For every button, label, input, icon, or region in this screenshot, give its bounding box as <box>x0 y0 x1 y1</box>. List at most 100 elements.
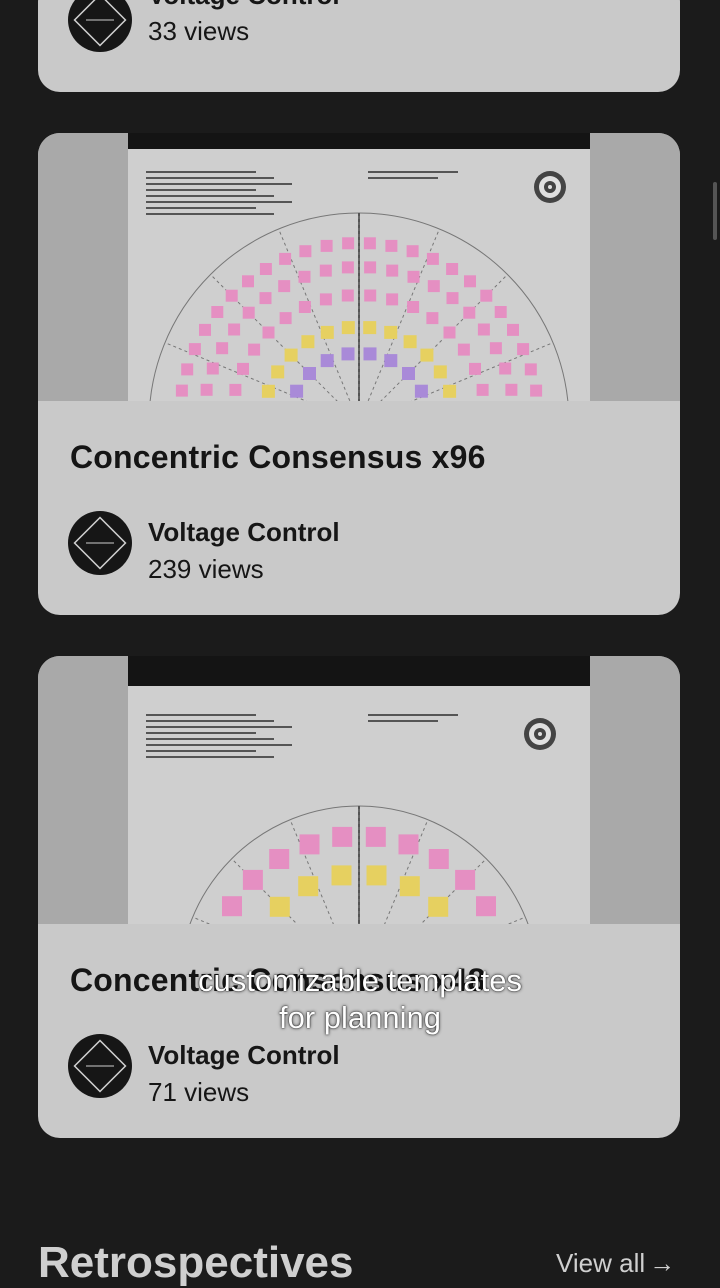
sticky-note <box>494 306 507 318</box>
sticky-note <box>517 343 530 356</box>
sticky-note <box>320 354 334 368</box>
thumbnail-board <box>128 133 590 401</box>
sticky-note <box>398 834 419 855</box>
thumbnail-board <box>128 656 590 924</box>
sticky-note <box>426 312 439 325</box>
author-row: Voltage Control 33 views <box>68 0 468 54</box>
sticky-note <box>242 275 254 288</box>
sticky-note <box>229 383 242 396</box>
sticky-note <box>407 301 420 313</box>
sticky-note <box>279 252 292 265</box>
sticky-note <box>222 896 242 917</box>
sticky-note <box>530 384 543 397</box>
template-card[interactable]: Concentric Consensus x96 Voltage Control… <box>38 133 680 615</box>
instruction-text-line <box>146 189 256 191</box>
arrow-right-icon: → <box>649 1248 676 1278</box>
caption-line: for planning <box>278 1000 441 1035</box>
instruction-text-line <box>146 750 256 752</box>
template-thumbnail[interactable] <box>38 133 680 401</box>
card-title[interactable]: Concentric Consensus x96 <box>70 439 486 476</box>
sticky-note <box>443 326 456 339</box>
sticky-note <box>271 365 285 379</box>
sector-divider <box>192 916 211 924</box>
sticky-note <box>446 292 459 305</box>
sticky-note <box>279 312 292 325</box>
instruction-text-line <box>146 171 256 173</box>
sticky-note <box>363 237 376 250</box>
sticky-note <box>385 239 398 252</box>
sticky-note <box>489 342 502 355</box>
template-thumbnail[interactable] <box>38 656 680 924</box>
view-count: 71 views <box>148 1077 250 1107</box>
sticky-note <box>341 261 354 274</box>
section-title: Retrospectives <box>38 1238 354 1287</box>
sticky-note <box>259 292 272 305</box>
target-icon <box>524 718 556 750</box>
sticky-note <box>364 289 377 302</box>
sticky-note <box>476 896 496 917</box>
sticky-note <box>200 383 213 396</box>
sticky-note <box>407 270 420 283</box>
sticky-note <box>463 306 476 319</box>
prompt-text-line <box>368 714 458 716</box>
prompt-text-line <box>368 177 438 179</box>
author-name[interactable]: Voltage Control <box>148 517 340 548</box>
voltage-control-logo-icon <box>68 0 132 52</box>
view-all-link[interactable]: View all → <box>556 1248 675 1279</box>
sticky-note <box>225 289 238 302</box>
scrollbar[interactable] <box>713 182 717 240</box>
sticky-note <box>399 876 420 897</box>
sticky-note <box>365 826 386 847</box>
sticky-note <box>299 245 312 258</box>
author-row: Voltage Control 239 views <box>68 511 468 584</box>
view-all-label: View all <box>556 1248 646 1278</box>
target-icon <box>534 171 566 203</box>
instruction-text-line <box>146 195 274 197</box>
sticky-note <box>269 896 290 917</box>
sticky-note <box>477 323 490 336</box>
template-card[interactable]: Voltage Control 33 views <box>38 0 680 92</box>
sticky-note <box>332 826 353 847</box>
instruction-text-line <box>146 207 256 209</box>
instruction-text-line <box>146 738 274 740</box>
sticky-note <box>524 363 537 376</box>
sticky-note <box>342 237 355 250</box>
sticky-note <box>242 869 263 890</box>
sticky-note <box>248 343 261 356</box>
sticky-note <box>320 325 334 339</box>
sticky-note <box>469 362 481 375</box>
sticky-note <box>278 280 291 293</box>
sticky-note <box>384 325 398 339</box>
sticky-note <box>299 834 320 855</box>
sticky-note <box>428 849 449 869</box>
sticky-note <box>331 865 352 886</box>
sticky-note <box>364 261 377 274</box>
sticky-note <box>457 343 470 356</box>
instruction-text-line <box>146 732 256 734</box>
instruction-text-line <box>146 744 292 746</box>
sticky-note <box>181 363 194 376</box>
sticky-note <box>428 896 449 917</box>
sticky-note <box>464 275 476 288</box>
template-card[interactable]: Concentric Consensus x48 Voltage Control… <box>38 656 680 1138</box>
sticky-note <box>261 384 275 398</box>
sticky-note <box>269 849 290 869</box>
sticky-note <box>216 342 229 355</box>
author-row: Voltage Control 71 views <box>68 1034 468 1107</box>
instruction-text-line <box>146 183 292 185</box>
sticky-note <box>386 293 399 306</box>
sticky-note <box>406 245 419 258</box>
sticky-note <box>259 263 272 275</box>
target-ring <box>548 185 552 189</box>
sticky-note <box>237 362 249 375</box>
sticky-note <box>507 323 519 336</box>
sticky-note <box>290 384 304 398</box>
view-count: 239 views <box>148 554 264 584</box>
author-name[interactable]: Voltage Control <box>148 0 340 11</box>
sticky-note <box>262 326 275 339</box>
sticky-note <box>341 289 354 302</box>
view-count: 33 views <box>148 16 250 46</box>
author-name[interactable]: Voltage Control <box>148 1040 340 1071</box>
sticky-note <box>284 348 298 362</box>
sticky-note <box>211 306 224 318</box>
